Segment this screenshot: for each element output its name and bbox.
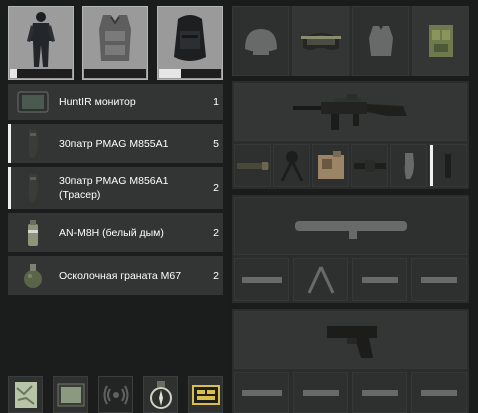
pouch-slot[interactable] — [412, 6, 469, 76]
item-name: AN-M8H (белый дым) — [59, 226, 164, 239]
primary-weapon-panel — [232, 81, 469, 189]
primary-weapon-slot[interactable] — [234, 83, 467, 141]
tablet-icon — [191, 384, 220, 405]
bipod-icon — [307, 265, 334, 294]
launcher-bipod-slot[interactable] — [293, 258, 348, 301]
optic-slot[interactable] — [312, 144, 349, 187]
uniform-slot[interactable] — [8, 6, 74, 80]
rail-icon — [353, 159, 386, 172]
handgun-slot[interactable] — [234, 311, 467, 369]
launcher-icon — [294, 221, 407, 239]
vest-icon — [83, 7, 147, 69]
equipment-panel — [232, 6, 469, 76]
gps-icon — [57, 383, 84, 406]
underbarrel-slot[interactable] — [429, 144, 467, 187]
item-count: 2 — [213, 269, 219, 282]
launcher-muzzle-slot[interactable] — [234, 258, 289, 301]
scope-icon — [317, 150, 344, 179]
magazine-slot[interactable] — [390, 144, 427, 187]
goggles-slot[interactable] — [292, 6, 349, 76]
suppressor-icon — [236, 161, 269, 170]
backpack-load-bar — [159, 69, 221, 78]
magazine-icon — [17, 173, 49, 203]
list-item[interactable]: 30патр PMAG M855A1 5 — [8, 124, 223, 163]
rifle-icon — [292, 94, 407, 130]
radio-icon — [103, 385, 128, 404]
launcher-rail-slot[interactable] — [411, 258, 467, 301]
item-name: 30патр PMAG M855A1 — [59, 137, 169, 150]
tablet-slot[interactable] — [188, 376, 223, 413]
vest-load-bar — [84, 69, 146, 78]
helmet-slot[interactable] — [232, 6, 289, 76]
scope-icon — [361, 276, 398, 283]
selection-marker — [430, 145, 433, 186]
launcher-optic-slot[interactable] — [352, 258, 407, 301]
list-item[interactable]: 30патр PMAG M856A1 (Трасер) 2 — [8, 167, 223, 209]
bipod-slot[interactable] — [273, 144, 310, 187]
item-count: 2 — [213, 226, 219, 239]
rail-icon — [421, 276, 457, 283]
uniform-icon — [9, 7, 73, 69]
map-icon — [14, 381, 37, 408]
inventory-list: HuntIR монитор 1 30патр PMAG M855A1 5 30… — [8, 84, 223, 299]
pouch-icon — [428, 25, 453, 57]
helmet-icon — [244, 29, 277, 55]
item-count: 5 — [213, 137, 219, 150]
uniform-load-fill — [10, 69, 18, 78]
backpack-icon — [158, 7, 222, 69]
selection-marker — [8, 167, 11, 209]
item-name: Осколочная граната M67 — [59, 269, 182, 282]
list-item[interactable]: AN-M8H (белый дым) 2 — [8, 213, 223, 252]
backpack-slot[interactable] — [157, 6, 223, 80]
handgun-muzzle-slot[interactable] — [234, 372, 289, 413]
launcher-slot[interactable] — [234, 197, 467, 255]
map-slot[interactable] — [8, 376, 43, 413]
handgun-optic-slot[interactable] — [352, 372, 407, 413]
uniform-load-bar — [10, 69, 72, 78]
goggles-icon — [300, 33, 341, 50]
gps-slot[interactable] — [53, 376, 88, 413]
magazine-icon — [404, 152, 414, 179]
muzzle-attachment-icon — [241, 276, 282, 283]
bipod-icon — [280, 150, 303, 182]
assigned-items-bar — [8, 376, 229, 413]
vest-slot[interactable] — [82, 6, 148, 80]
rail-slot[interactable] — [351, 144, 388, 187]
item-count: 1 — [213, 96, 219, 108]
item-name: HuntIR монитор — [59, 96, 136, 108]
compass-slot[interactable] — [143, 376, 178, 413]
scope-icon — [361, 389, 398, 396]
frag-grenade-icon — [17, 261, 49, 291]
grip-icon — [445, 153, 451, 178]
vest-preview-slot[interactable] — [352, 6, 409, 76]
magazine-icon — [421, 389, 457, 396]
magazine-icon — [17, 129, 49, 159]
launcher-panel — [232, 195, 469, 303]
radio-slot[interactable] — [98, 376, 133, 413]
muzzle-slot[interactable] — [234, 144, 271, 187]
monitor-icon — [17, 87, 49, 117]
selection-marker — [8, 124, 11, 163]
pistol-icon — [326, 326, 377, 358]
muzzle-attachment-icon — [241, 389, 282, 396]
backpack-load-fill — [159, 69, 181, 78]
rail-icon — [302, 389, 339, 396]
item-name: 30патр PMAG M856A1 (Трасер) — [59, 175, 169, 201]
list-item[interactable]: HuntIR монитор 1 — [8, 84, 223, 120]
handgun-rail-slot[interactable] — [293, 372, 348, 413]
handgun-panel — [232, 309, 469, 413]
compass-icon — [149, 380, 172, 409]
handgun-magazine-slot[interactable] — [411, 372, 467, 413]
item-count: 2 — [213, 182, 219, 194]
vest-silhouette-icon — [368, 26, 393, 56]
smoke-grenade-icon — [17, 218, 49, 248]
list-item[interactable]: Осколочная граната M67 2 — [8, 256, 223, 295]
